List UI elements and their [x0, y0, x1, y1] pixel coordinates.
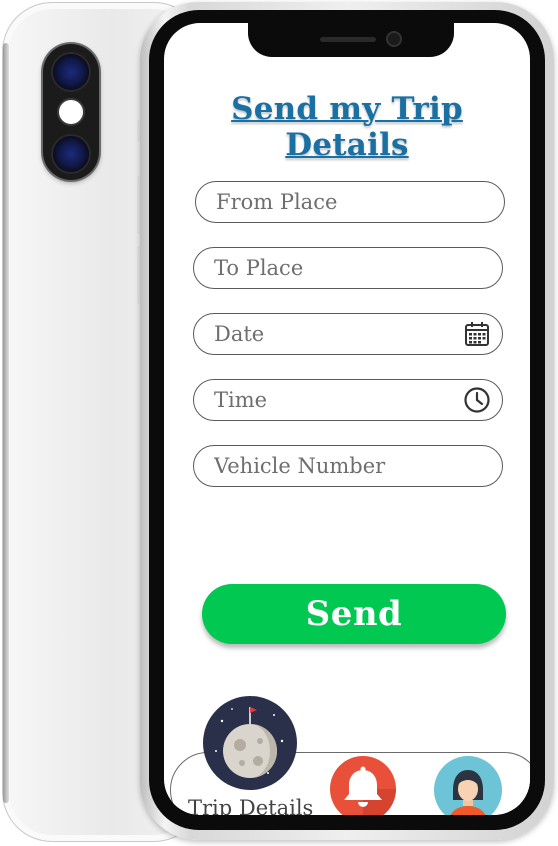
calendar-icon[interactable] [464, 321, 490, 347]
nav-trip-details-label[interactable]: Trip Details [188, 796, 313, 815]
vehicle-number-input[interactable] [194, 446, 424, 486]
from-place-field[interactable] [195, 181, 505, 223]
avatar-icon [434, 756, 502, 815]
rear-camera-module [43, 44, 99, 180]
to-place-field[interactable] [193, 247, 503, 289]
front-camera-icon [388, 33, 400, 45]
from-place-input[interactable] [196, 182, 426, 222]
to-place-input[interactable] [194, 248, 424, 288]
date-input[interactable] [194, 314, 424, 354]
flash-icon [59, 100, 83, 124]
nav-profile-button[interactable] [434, 756, 502, 815]
bell-icon [330, 756, 396, 815]
clock-icon[interactable] [464, 387, 490, 413]
speaker-icon [320, 37, 376, 42]
date-field[interactable] [193, 313, 503, 355]
nav-notifications-button[interactable] [330, 756, 396, 815]
moon-icon [203, 696, 297, 790]
phone-front: Send my Trip Details From Place To Place… [140, 2, 554, 840]
nav-trip-details-button[interactable] [202, 695, 298, 791]
phone-back-edge [3, 43, 9, 803]
vehicle-number-field[interactable] [193, 445, 503, 487]
page-title: Send my Trip Details [231, 91, 463, 163]
camera-lens-icon [53, 54, 89, 90]
notch [248, 23, 454, 57]
camera-lens-icon [53, 136, 89, 172]
phone-screen: Send my Trip Details From Place To Place… [164, 23, 530, 815]
time-field[interactable] [193, 379, 503, 421]
time-input[interactable] [194, 380, 424, 420]
phone-bezel: Send my Trip Details From Place To Place… [149, 10, 545, 830]
send-button[interactable]: Send [202, 584, 506, 644]
